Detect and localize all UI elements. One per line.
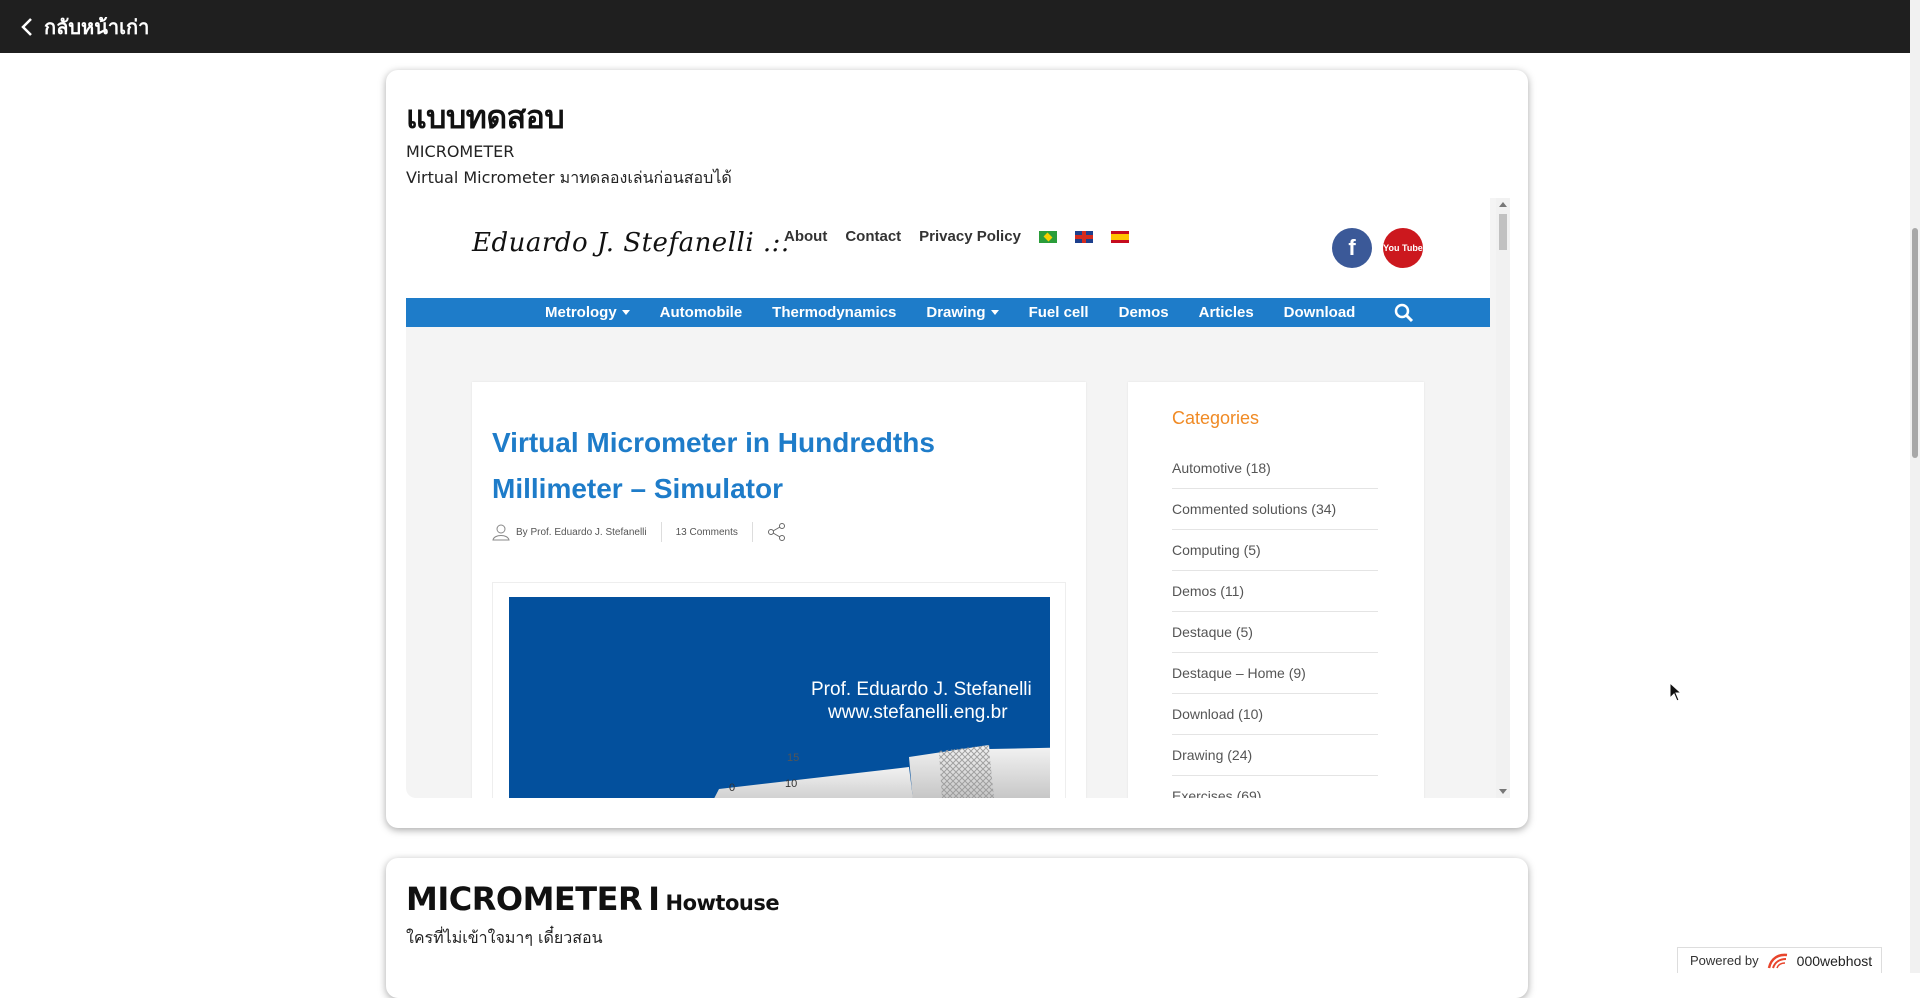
post-thumbnail[interactable]: Prof. Eduardo J. Stefanelli www.stefanel… xyxy=(509,597,1050,798)
contact-link[interactable]: Contact xyxy=(845,228,901,245)
category-item[interactable]: Computing (5) xyxy=(1172,530,1378,571)
nav-label: Metrology xyxy=(545,304,617,321)
scroll-down-icon[interactable] xyxy=(1499,789,1507,794)
embed-scrollbar[interactable] xyxy=(1496,198,1510,798)
user-icon xyxy=(492,524,510,541)
categories-widget: Categories Automotive (18) Commented sol… xyxy=(1128,382,1424,798)
scale-label-15: 15 xyxy=(787,752,799,764)
quiz-card: แบบทดสอบ MICROMETER Virtual Micrometer ม… xyxy=(386,70,1528,828)
privacy-link[interactable]: Privacy Policy xyxy=(919,228,1021,245)
main-nav: Metrology Automobile Thermodynamics Draw… xyxy=(406,298,1490,327)
webhost-logo-icon xyxy=(1767,953,1787,968)
uk-flag-icon[interactable] xyxy=(1074,230,1093,243)
howto-title-small: Howtouse xyxy=(665,891,780,915)
nav-label: Automobile xyxy=(659,304,743,321)
powered-label: Powered by xyxy=(1690,953,1759,968)
category-item[interactable]: Automotive (18) xyxy=(1172,448,1378,489)
nav-label: Drawing xyxy=(926,304,986,321)
back-label: กลับหน้าเก่า xyxy=(44,14,150,39)
post-thumbnail-frame: Prof. Eduardo J. Stefanelli www.stefanel… xyxy=(492,582,1066,798)
category-item[interactable]: Destaque (5) xyxy=(1172,612,1378,653)
nav-label: Articles xyxy=(1198,304,1254,321)
caret-down-icon xyxy=(990,310,999,315)
powered-by-badge[interactable]: Powered by 000webhost xyxy=(1677,947,1882,973)
nav-label: Thermodynamics xyxy=(772,304,897,321)
category-item[interactable]: Download (10) xyxy=(1172,694,1378,735)
howto-title-main: MICROMETER xyxy=(406,880,643,918)
site-header: Eduardo J. Stefanelli .:. About Contact … xyxy=(406,198,1490,298)
category-item[interactable]: Demos (11) xyxy=(1172,571,1378,612)
category-item[interactable]: Drawing (24) xyxy=(1172,735,1378,776)
back-button[interactable]: กลับหน้าเก่า xyxy=(20,11,149,43)
card-title: แบบทดสอบ xyxy=(406,98,565,136)
thumbnail-url: www.stefanelli.eng.br xyxy=(828,702,1008,723)
micrometer-image: 15 10 0 xyxy=(714,745,1050,798)
nav-articles[interactable]: Articles xyxy=(1184,304,1269,321)
nav-label: Fuel cell xyxy=(1028,304,1089,321)
youtube-icon[interactable]: You Tube xyxy=(1383,228,1423,268)
nav-download[interactable]: Download xyxy=(1269,304,1371,321)
share-icon[interactable] xyxy=(767,522,787,542)
post-meta: By Prof. Eduardo J. Stefanelli 13 Commen… xyxy=(492,522,793,542)
meta-divider xyxy=(751,522,753,542)
howto-title: MICROMETER I Howtouse xyxy=(406,880,780,918)
spain-flag-icon[interactable] xyxy=(1110,230,1129,243)
nav-fuel-cell[interactable]: Fuel cell xyxy=(1014,304,1104,321)
page-scrollbar-thumb[interactable] xyxy=(1912,228,1918,458)
site-logo[interactable]: Eduardo J. Stefanelli .:. xyxy=(472,228,790,258)
scale-label-10: 10 xyxy=(785,778,797,790)
category-item[interactable]: Exercises (69) xyxy=(1172,776,1378,798)
nav-drawing[interactable]: Drawing xyxy=(911,304,1013,321)
nav-label: Download xyxy=(1283,304,1356,321)
post-card: Virtual Micrometer in Hundredths Millime… xyxy=(472,382,1086,798)
chevron-left-icon xyxy=(21,17,32,36)
card-description: Virtual Micrometer มาทดลองเล่นก่อนสอบได้ xyxy=(406,168,732,187)
page-scrollbar[interactable] xyxy=(1910,0,1920,973)
category-item[interactable]: Commented solutions (34) xyxy=(1172,489,1378,530)
caret-down-icon xyxy=(621,310,630,315)
nav-demos[interactable]: Demos xyxy=(1104,304,1184,321)
category-list: Automotive (18) Commented solutions (34)… xyxy=(1172,448,1378,798)
howto-title-separator: I xyxy=(648,880,660,918)
nav-automobile[interactable]: Automobile xyxy=(645,304,758,321)
nav-label: Demos xyxy=(1118,304,1169,321)
scale-label-0: 0 xyxy=(729,782,735,794)
post-author[interactable]: By Prof. Eduardo J. Stefanelli xyxy=(516,527,647,538)
top-links: About Contact Privacy Policy xyxy=(784,228,1129,245)
thumbnail-author: Prof. Eduardo J. Stefanelli xyxy=(811,679,1032,700)
about-link[interactable]: About xyxy=(784,228,827,245)
top-bar: กลับหน้าเก่า xyxy=(0,0,1910,53)
scroll-up-icon[interactable] xyxy=(1499,202,1507,207)
embedded-page[interactable]: Eduardo J. Stefanelli .:. About Contact … xyxy=(406,198,1504,798)
post-comments[interactable]: 13 Comments xyxy=(676,527,738,538)
embed-scrollbar-thumb[interactable] xyxy=(1499,214,1507,250)
search-icon[interactable] xyxy=(1394,303,1414,323)
facebook-icon[interactable]: f xyxy=(1332,228,1372,268)
category-item[interactable]: Destaque – Home (9) xyxy=(1172,653,1378,694)
howto-card: MICROMETER I Howtouse ใครที่ไม่เข้าใจมาๆ… xyxy=(386,858,1528,998)
powered-brand: 000webhost xyxy=(1796,952,1873,969)
nav-thermodynamics[interactable]: Thermodynamics xyxy=(757,304,911,321)
post-title[interactable]: Virtual Micrometer in Hundredths Millime… xyxy=(492,420,1012,512)
meta-divider xyxy=(660,522,662,542)
howto-description: ใครที่ไม่เข้าใจมาๆ เดี๋ยวสอน xyxy=(406,928,603,947)
brazil-flag-icon[interactable] xyxy=(1038,230,1057,243)
mouse-cursor-icon xyxy=(1669,682,1683,702)
card-subtitle: MICROMETER xyxy=(406,142,515,161)
categories-heading: Categories xyxy=(1172,408,1260,428)
nav-metrology[interactable]: Metrology xyxy=(530,304,645,321)
